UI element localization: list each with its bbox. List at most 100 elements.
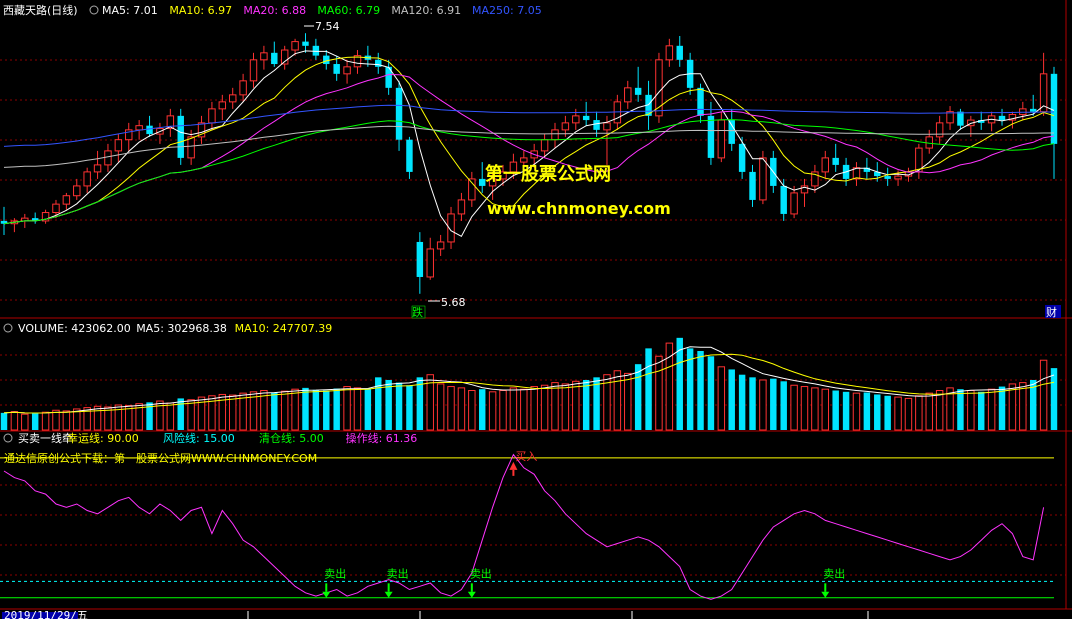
candle-body	[749, 171, 756, 200]
stock-name[interactable]: 西藏天路(日线)	[3, 3, 78, 17]
volume-bar	[520, 388, 528, 431]
volume-bar	[790, 384, 798, 431]
volume-bar	[31, 413, 39, 430]
candle-body	[104, 150, 112, 166]
sell-signal-label: 卖出	[470, 566, 492, 580]
volume-bar	[686, 348, 694, 430]
watermark-url: www.chnmoney.com	[487, 199, 671, 218]
candle-body	[93, 164, 102, 173]
volume-bar	[821, 388, 830, 431]
volume-bar	[177, 398, 184, 430]
candle-body	[738, 143, 746, 172]
volume-bar	[561, 383, 570, 431]
high-price-label: 7.54	[315, 20, 340, 33]
candle-body	[957, 111, 964, 126]
candle-body	[228, 94, 237, 103]
volume-bar	[728, 369, 735, 430]
volume-bar	[93, 405, 102, 431]
indicator-legend-item: 风险线: 15.00	[163, 431, 235, 445]
candle-body	[1019, 108, 1027, 115]
candle-body	[551, 129, 559, 141]
date-bar-bg	[0, 610, 1072, 619]
volume-bar	[749, 377, 756, 430]
candle-body	[759, 157, 767, 201]
candle-body	[717, 119, 726, 159]
candle-body	[728, 120, 735, 144]
volume-bar	[770, 378, 777, 430]
candle-body	[780, 185, 787, 214]
stock-chart[interactable]: 7.54 5.68 跌 财 第一股票公式网 www.chnmoney.com 西…	[0, 0, 1072, 619]
candle-body	[135, 125, 143, 131]
drop-mark[interactable]: 跌	[412, 305, 423, 319]
indicator-legend-item: 买卖一线牵	[18, 431, 73, 445]
volume-bar	[540, 384, 549, 431]
volume-bar	[280, 390, 289, 431]
volume-bar	[624, 372, 632, 431]
volume-bar	[800, 386, 809, 431]
volume-bar	[499, 390, 507, 431]
volume-bar	[967, 390, 975, 431]
candle-body	[676, 45, 683, 60]
volume-bar	[842, 391, 850, 430]
volume-bar	[343, 386, 351, 431]
candle-body	[416, 241, 424, 277]
candle-body	[436, 241, 445, 250]
volume-bar	[0, 412, 8, 430]
volume-legend-item: MA5: 302968.38	[136, 322, 227, 335]
volume-bar	[41, 411, 50, 431]
volume-bar	[915, 395, 923, 431]
candle-body	[1029, 108, 1037, 112]
volume-bar	[1008, 383, 1017, 431]
low-price-label: 5.68	[441, 296, 466, 309]
volume-bar	[582, 379, 590, 430]
volume-bar	[353, 387, 362, 431]
candle-body	[832, 157, 839, 165]
price-legend-item: MA5: 7.01	[102, 4, 158, 17]
volume-bar	[884, 395, 891, 430]
price-legend-item: MA60: 6.79	[317, 4, 380, 17]
fin-mark[interactable]: 财	[1046, 305, 1057, 319]
candle-body	[665, 45, 674, 61]
price-legend-item: MA20: 6.88	[243, 4, 306, 17]
volume-bar	[1050, 368, 1058, 430]
indicator-legend: 买卖一线牵幸运线: 90.00 风险线: 15.00 清仓线: 5.00 操作线: 6…	[3, 431, 418, 445]
indicator-legend-item: 操作线: 61.36	[346, 431, 418, 445]
candle-body	[312, 45, 320, 56]
candle-body	[406, 139, 413, 172]
volume-bar	[333, 388, 340, 430]
volume-bar	[478, 389, 486, 430]
volume-bar	[385, 379, 392, 430]
candle-body	[582, 115, 590, 121]
candle-body	[790, 192, 798, 215]
volume-bar	[665, 342, 674, 431]
volume-bar	[738, 374, 746, 430]
candle-body	[561, 122, 570, 131]
candle-body	[52, 203, 60, 214]
candle-body	[73, 185, 81, 197]
candle-body	[884, 176, 891, 179]
candle-body	[62, 195, 71, 205]
candle-body	[249, 59, 258, 82]
candle-body	[707, 115, 715, 158]
volume-bar	[447, 386, 455, 431]
candle-body	[239, 80, 247, 96]
candle-body	[624, 87, 632, 103]
volume-bar	[634, 364, 642, 430]
date-label: 2019/11/29/五	[4, 609, 88, 619]
volume-bar	[436, 383, 445, 431]
volume-bar	[935, 390, 944, 431]
price-legend-item: MA120: 6.91	[391, 4, 461, 17]
candle-body	[935, 122, 944, 138]
volume-bar	[364, 389, 372, 430]
sell-signal-label: 卖出	[823, 566, 845, 580]
volume-legend-item: VOLUME: 423062.00	[18, 322, 131, 335]
volume-bar	[987, 388, 996, 431]
candle-body	[894, 175, 902, 180]
volume-bar	[530, 386, 538, 431]
candle-body	[395, 87, 403, 140]
volume-bar	[395, 382, 403, 430]
volume-bar	[572, 380, 580, 431]
price-legend-item: MA250: 7.05	[472, 4, 542, 17]
volume-bar	[323, 390, 330, 430]
indicator-note: 通达信原创公式下载：第一股票公式网WWW.CHNMONEY.COM	[4, 451, 317, 465]
